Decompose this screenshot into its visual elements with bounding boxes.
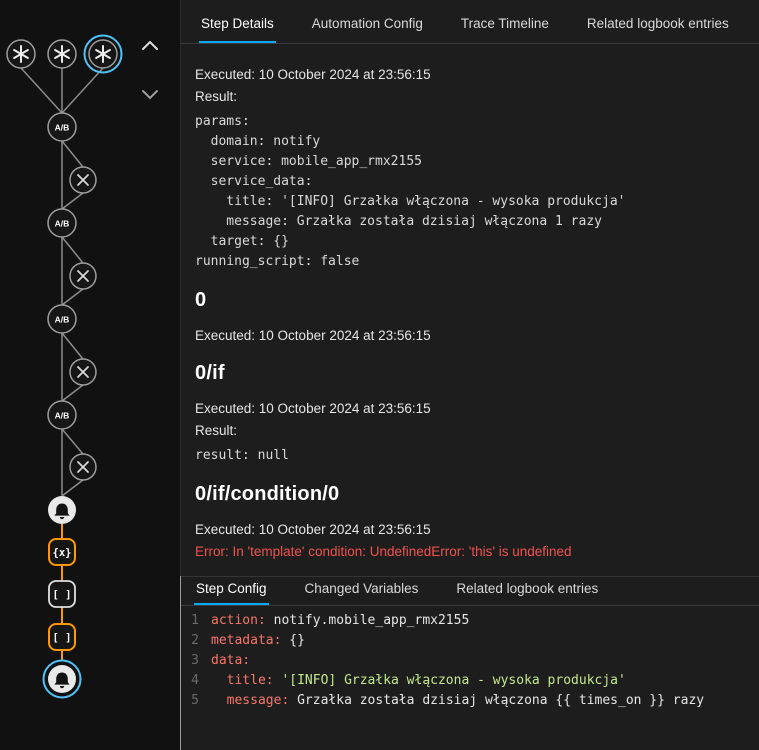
if-branch-node-2[interactable]: A/B	[47, 208, 77, 238]
line-number: 3	[191, 653, 199, 668]
tab-step-config[interactable]: Step Config	[194, 581, 269, 605]
notify-action-node-2[interactable]	[42, 659, 82, 699]
trace-graph-panel: A/B A/B A/B A/B {x} [] []	[0, 0, 180, 750]
step-heading-0: 0	[195, 289, 207, 311]
step-heading-condition: 0/if/condition/0	[195, 483, 340, 505]
tab-related-logbook[interactable]: Related logbook entries	[585, 16, 731, 43]
chevron-up-icon	[142, 40, 158, 50]
executed-timestamp: Executed: 10 October 2024 at 23:56:15	[195, 328, 431, 343]
step-heading-if: 0/if	[195, 362, 225, 384]
line-number: 2	[191, 633, 199, 648]
variables-node[interactable]: {x}	[48, 538, 76, 566]
step-config-panel: Step Config Changed Variables Related lo…	[180, 576, 759, 750]
tab-automation-config[interactable]: Automation Config	[310, 16, 425, 43]
branch-x-node-3[interactable]	[69, 358, 97, 386]
ab-testing-icon: A/B	[55, 315, 70, 325]
if-branch-node-4[interactable]: A/B	[47, 400, 77, 430]
top-tabbar: Step Details Automation Config Trace Tim…	[181, 0, 759, 44]
brackets-icon: [ ]	[53, 589, 72, 601]
if-branch-node-1[interactable]: A/B	[47, 112, 77, 142]
editor-line: 1 action: notify.mobile_app_rmx2155	[181, 611, 759, 631]
notify-action-node-1[interactable]	[48, 496, 76, 524]
ab-testing-icon: A/B	[55, 411, 70, 421]
variables-icon: {x}	[53, 547, 72, 559]
line-number: 5	[191, 693, 199, 708]
branch-x-node-4[interactable]	[69, 453, 97, 481]
tab-step-details[interactable]: Step Details	[199, 16, 276, 43]
if-branch-node-3[interactable]: A/B	[47, 304, 77, 334]
yaml-editor[interactable]: 1 action: notify.mobile_app_rmx2155 2 me…	[181, 606, 759, 750]
editor-line: 5 message: Grzałka została dzisiaj włącz…	[181, 691, 759, 711]
trigger-node-1[interactable]	[6, 39, 36, 69]
result-label: Result:	[195, 89, 238, 104]
line-number: 1	[191, 613, 199, 628]
collapse-triggers-button[interactable]	[142, 40, 158, 50]
step-details-content[interactable]: Executed: 10 October 2024 at 23:56:15 Re…	[181, 44, 759, 576]
editor-line: 4 title: '[INFO] Grzałka włączona - wyso…	[181, 671, 759, 691]
result-label: Result:	[195, 423, 238, 438]
ab-testing-icon: A/B	[55, 123, 70, 133]
tab-related-logbook-bottom[interactable]: Related logbook entries	[454, 581, 600, 605]
executed-timestamp: Executed: 10 October 2024 at 23:56:15	[195, 522, 431, 537]
chevron-down-icon	[142, 90, 158, 100]
editor-line: 3 data:	[181, 651, 759, 671]
trigger-node-2[interactable]	[47, 39, 77, 69]
result-null-yaml: result: null	[195, 448, 289, 463]
editor-line: 2 metadata: {}	[181, 631, 759, 651]
expand-triggers-button[interactable]	[142, 90, 158, 100]
branch-x-node-2[interactable]	[69, 262, 97, 290]
ab-testing-icon: A/B	[55, 219, 70, 229]
line-number: 4	[191, 673, 199, 688]
sequence-node-1[interactable]: [ ]	[48, 580, 76, 608]
trigger-node-3-selected[interactable]	[83, 34, 123, 74]
bottom-tabbar: Step Config Changed Variables Related lo…	[181, 576, 759, 606]
tab-trace-timeline[interactable]: Trace Timeline	[459, 16, 551, 43]
tab-changed-variables[interactable]: Changed Variables	[303, 581, 421, 605]
sequence-node-2[interactable]: [ ]	[48, 623, 76, 651]
trace-details-panel: Step Details Automation Config Trace Tim…	[180, 0, 759, 750]
executed-timestamp: Executed: 10 October 2024 at 23:56:15	[195, 401, 431, 416]
executed-timestamp: Executed: 10 October 2024 at 23:56:15	[195, 67, 431, 82]
brackets-icon: [ ]	[53, 632, 72, 644]
condition-error-message: Error: In 'template' condition: Undefine…	[195, 544, 572, 559]
trace-graph: A/B A/B A/B A/B {x} [] []	[6, 34, 158, 699]
trace-view: A/B A/B A/B A/B {x} [] [] Step Details…	[0, 0, 759, 750]
result-yaml: params: domain: notify service: mobile_a…	[195, 114, 626, 269]
branch-x-node-1[interactable]	[69, 166, 97, 194]
